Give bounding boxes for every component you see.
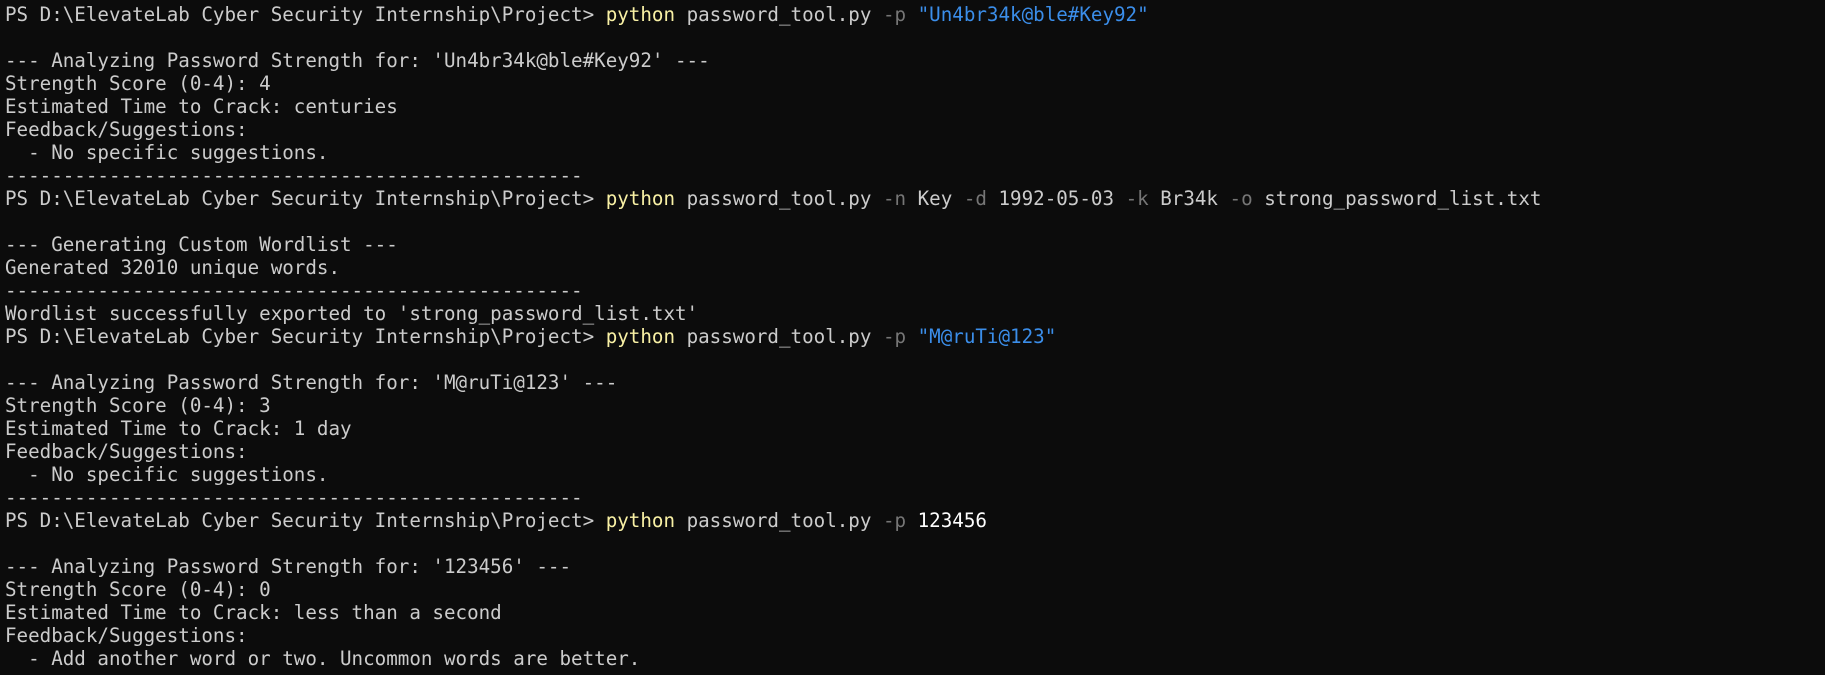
command-flag: -p [882,325,907,348]
command-name: python [605,325,676,348]
command-flag: -k [1125,187,1149,210]
output-line: Wordlist successfully exported to 'stron… [5,302,699,325]
output-line: --- Generating Custom Wordlist --- [5,233,398,256]
command-name: python [605,509,676,532]
output-line: Estimated Time to Crack: 1 day [5,417,352,440]
output-line: ----------------------------------------… [5,486,583,509]
command-text: password_tool.py [675,509,883,532]
command-text: password_tool.py [675,3,883,26]
output-line: Feedback/Suggestions: [5,624,248,647]
command-name: python [605,187,676,210]
output-line: --- Analyzing Password Strength for: 'M@… [5,371,618,394]
prompt-path: PS D:\ElevateLab Cyber Security Internsh… [5,3,606,26]
terminal-window[interactable]: PS D:\ElevateLab Cyber Security Internsh… [0,0,1825,675]
prompt-path: PS D:\ElevateLab Cyber Security Internsh… [5,187,606,210]
output-line: Feedback/Suggestions: [5,118,248,141]
command-argument: "Un4br34k@ble#Key92" [917,3,1149,26]
command-text: password_tool.py [675,325,883,348]
command-text [906,325,918,348]
prompt-path: PS D:\ElevateLab Cyber Security Internsh… [5,509,606,532]
command-name: python [605,3,676,26]
output-line: - No specific suggestions. [5,463,329,486]
command-text: strong_password_list.txt [1252,187,1542,210]
command-flag: -d [963,187,987,210]
output-line: - Add another word or two. Uncommon word… [5,647,641,670]
output-line: Strength Score (0-4): 3 [5,394,271,417]
command-flag: -p [882,509,907,532]
output-line: Strength Score (0-4): 4 [5,72,271,95]
command-argument: "M@ruTi@123" [917,325,1057,348]
output-line: Generated 32010 unique words. [5,256,341,279]
command-text: Br34k [1148,187,1230,210]
command-text [906,3,918,26]
command-text: Key [906,187,964,210]
output-line: Estimated Time to Crack: centuries [5,95,398,118]
command-text [906,509,918,532]
output-line: --- Analyzing Password Strength for: 'Un… [5,49,710,72]
output-line: Feedback/Suggestions: [5,440,248,463]
command-flag: -o [1229,187,1253,210]
command-text: 1992-05-03 [986,187,1126,210]
output-line: ----------------------------------------… [5,279,583,302]
command-flag: -p [882,3,907,26]
command-text: password_tool.py [675,187,883,210]
output-line: Estimated Time to Crack: less than a sec… [5,601,502,624]
output-line: - No specific suggestions. [5,141,329,164]
output-line: Strength Score (0-4): 0 [5,578,271,601]
command-argument: 123456 [917,509,987,532]
output-line: --- Analyzing Password Strength for: '12… [5,555,572,578]
output-line: ----------------------------------------… [5,164,583,187]
command-line: PS D:\ElevateLab Cyber Security Internsh… [5,325,1825,348]
command-line: PS D:\ElevateLab Cyber Security Internsh… [5,509,1825,532]
command-line: PS D:\ElevateLab Cyber Security Internsh… [5,187,1825,210]
command-flag: -n [882,187,907,210]
command-line: PS D:\ElevateLab Cyber Security Internsh… [5,3,1825,26]
prompt-path: PS D:\ElevateLab Cyber Security Internsh… [5,325,606,348]
